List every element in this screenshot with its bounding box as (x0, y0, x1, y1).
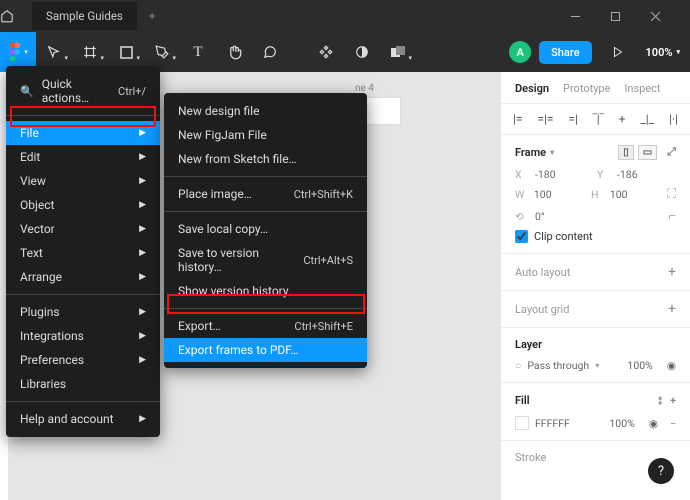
tab-prototype[interactable]: Prototype (563, 82, 610, 95)
rotation-field[interactable]: 0° (535, 210, 589, 223)
help-menu-item[interactable]: Help and account▶ (6, 407, 160, 431)
align-left-icon[interactable]: |= (513, 112, 523, 126)
fill-styles-icon[interactable]: ⦂ (658, 393, 662, 408)
chevron-down-icon[interactable]: ▾ (550, 148, 554, 157)
new-figjam-file-item[interactable]: New FigJam File (164, 123, 367, 147)
distribute-icon[interactable]: |·| (669, 112, 678, 126)
text-tool[interactable]: T (180, 32, 216, 72)
boolean-icon[interactable]: ▾ (380, 32, 416, 72)
design-panel: Design Prototype Inspect |= =|= =| ‾|‾ +… (500, 72, 690, 500)
place-image-item[interactable]: Place image…Ctrl+Shift+K (164, 182, 367, 206)
clip-content-checkbox[interactable] (515, 230, 528, 243)
share-button[interactable]: Share (539, 41, 591, 64)
search-icon: 🔍 (20, 85, 34, 98)
layer-section-title: Layer (515, 338, 542, 351)
show-version-history-item[interactable]: Show version history (164, 279, 367, 303)
h-field[interactable]: 100 (610, 188, 659, 201)
auto-layout-title[interactable]: Auto layout (515, 266, 570, 279)
text-menu-item[interactable]: Text▶ (6, 241, 160, 265)
align-vcenter-icon[interactable]: + (619, 112, 626, 126)
quick-actions-item[interactable]: 🔍 Quick actions… Ctrl+/ (6, 72, 160, 110)
preferences-menu-item[interactable]: Preferences▶ (6, 348, 160, 372)
tab-inspect[interactable]: Inspect (624, 82, 660, 95)
file-menu-item[interactable]: File▶ (6, 121, 160, 145)
layer-opacity[interactable]: 100% (627, 359, 652, 372)
eye-icon[interactable]: ◉ (667, 359, 676, 372)
fill-swatch[interactable] (515, 416, 529, 430)
integrations-menu-item[interactable]: Integrations▶ (6, 324, 160, 348)
stroke-section-title[interactable]: Stroke (515, 451, 546, 464)
align-bottom-icon[interactable]: _|_ (640, 112, 654, 126)
add-auto-layout-button[interactable]: + (668, 264, 676, 280)
rotate-icon: ⟲ (515, 210, 527, 223)
plugins-menu-item[interactable]: Plugins▶ (6, 300, 160, 324)
hand-tool[interactable] (216, 32, 252, 72)
view-menu-item[interactable]: View▶ (6, 169, 160, 193)
blend-mode-icon[interactable]: ○ (515, 359, 521, 372)
w-field[interactable]: 100 (534, 188, 583, 201)
link-dims-icon[interactable]: ⛶ (667, 187, 676, 202)
remove-fill-icon[interactable]: − (670, 417, 676, 430)
help-button[interactable]: ? (648, 458, 674, 484)
minimize-button[interactable] (570, 11, 610, 22)
new-design-file-item[interactable]: New design file (164, 99, 367, 123)
save-local-copy-item[interactable]: Save local copy… (164, 217, 367, 241)
export-frames-pdf-item[interactable]: Export frames to PDF… (164, 338, 367, 362)
fill-hex[interactable]: FFFFFF (535, 417, 570, 430)
libraries-menu-item[interactable]: Libraries (6, 372, 160, 396)
components-icon[interactable] (308, 32, 344, 72)
add-layout-grid-button[interactable]: + (668, 301, 676, 317)
tab-design[interactable]: Design (515, 82, 549, 95)
fill-opacity[interactable]: 100% (609, 417, 634, 430)
present-button[interactable] (600, 32, 636, 72)
corner-radius-icon[interactable]: ⌐ (668, 208, 676, 224)
new-tab-button[interactable]: + (137, 9, 168, 23)
align-hcenter-icon[interactable]: =|= (537, 112, 553, 126)
tab-title: Sample Guides (46, 9, 123, 23)
arrange-menu-item[interactable]: Arrange▶ (6, 265, 160, 289)
portrait-chip[interactable]: ▯ (618, 145, 634, 160)
add-fill-button[interactable]: + (670, 394, 676, 407)
clip-content-label: Clip content (534, 230, 593, 243)
main-menu: 🔍 Quick actions… Ctrl+/ File▶ Edit▶ View… (6, 66, 160, 437)
close-button[interactable] (650, 11, 690, 22)
new-from-sketch-item[interactable]: New from Sketch file… (164, 147, 367, 171)
y-field[interactable]: -186 (617, 168, 671, 181)
maximize-button[interactable] (610, 11, 650, 22)
home-icon[interactable] (0, 9, 32, 23)
object-menu-item[interactable]: Object▶ (6, 193, 160, 217)
layout-grid-title[interactable]: Layout grid (515, 303, 569, 316)
blend-mode[interactable]: Pass through (527, 359, 589, 372)
edit-menu-item[interactable]: Edit▶ (6, 145, 160, 169)
document-tab[interactable]: Sample Guides (32, 2, 137, 30)
align-right-icon[interactable]: =| (568, 112, 578, 126)
comment-tool[interactable] (252, 32, 288, 72)
landscape-chip[interactable]: ▭ (638, 145, 657, 160)
file-submenu: New design file New FigJam File New from… (164, 93, 367, 368)
zoom-control[interactable]: 100%▾ (636, 46, 690, 59)
mask-icon[interactable] (344, 32, 380, 72)
save-version-history-item[interactable]: Save to version history…Ctrl+Alt+S (164, 241, 367, 279)
align-top-icon[interactable]: ‾|‾ (593, 112, 604, 126)
x-field[interactable]: -180 (535, 168, 589, 181)
fill-section-title: Fill (515, 394, 530, 407)
avatar[interactable]: A (509, 41, 531, 63)
vector-menu-item[interactable]: Vector▶ (6, 217, 160, 241)
resize-fit-icon[interactable]: ⤢ (667, 145, 676, 160)
export-item[interactable]: Export…Ctrl+Shift+E (164, 314, 367, 338)
frame-section-title[interactable]: Frame (515, 146, 546, 159)
eye-icon[interactable]: ◉ (649, 417, 658, 430)
